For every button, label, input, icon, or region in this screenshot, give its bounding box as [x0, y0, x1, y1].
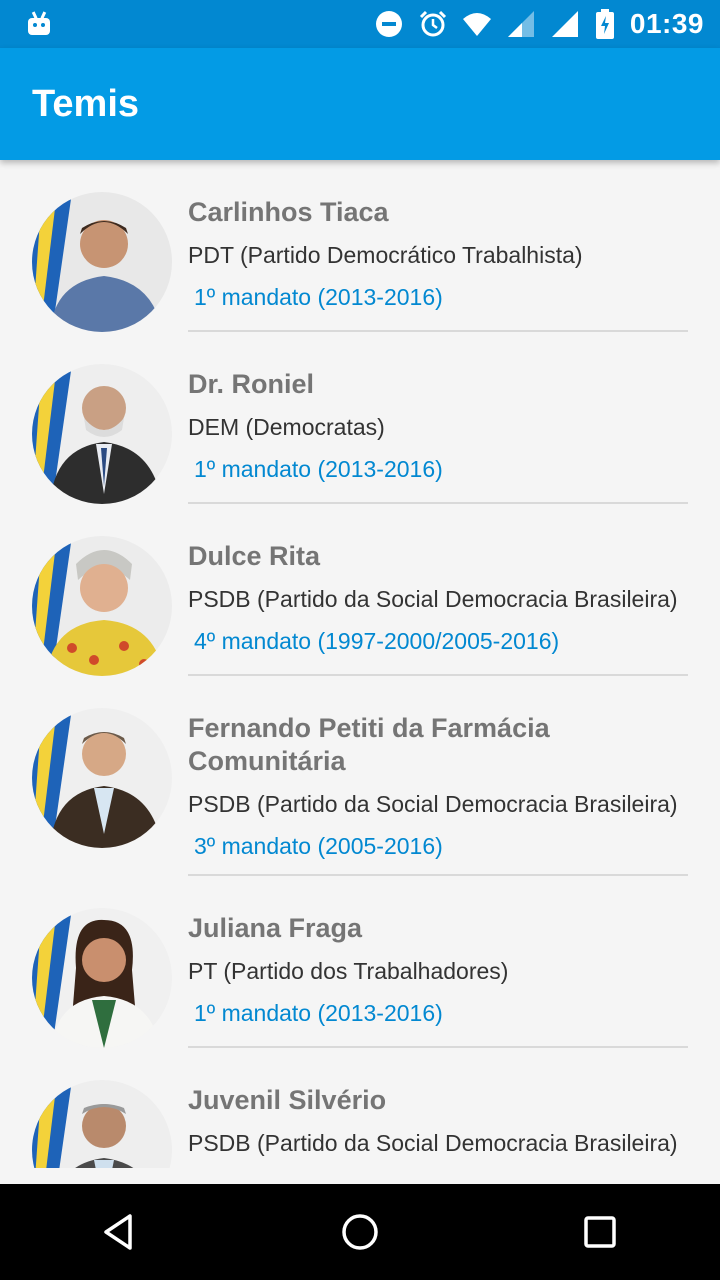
do-not-disturb-icon — [374, 9, 404, 39]
avatar — [32, 708, 172, 848]
councillor-party: DEM (Democratas) — [188, 414, 385, 440]
app-title: Temis — [32, 82, 140, 125]
list-item[interactable]: Juvenil Silvério PSDB (Partido da Social… — [0, 1048, 720, 1168]
signal-full-icon — [550, 9, 580, 39]
councillor-party: PSDB (Partido da Social Democracia Brasi… — [188, 791, 678, 817]
recents-icon[interactable] — [568, 1200, 632, 1264]
avatar — [32, 908, 172, 1048]
back-icon[interactable] — [88, 1200, 152, 1264]
avatar — [32, 192, 172, 332]
avatar — [32, 364, 172, 504]
list-item[interactable]: Juliana Fraga PT (Partido dos Trabalhado… — [0, 876, 720, 1048]
list-item[interactable]: Dr. Roniel DEM (Democratas) 1º mandato (… — [0, 332, 720, 504]
councillor-name: Juliana Fraga — [188, 913, 363, 943]
councillor-term: 3º mandato (2005-2016) — [194, 833, 443, 859]
councillor-party: PSDB (Partido da Social Democracia Brasi… — [188, 1130, 678, 1156]
home-icon[interactable] — [328, 1200, 392, 1264]
list-item[interactable]: Fernando Petiti da Farmácia Comunitária … — [0, 676, 720, 876]
status-bar: 01:39 — [0, 0, 720, 48]
councillor-name: Dulce Rita — [188, 541, 321, 571]
navigation-bar — [0, 1184, 720, 1280]
list-item[interactable]: Carlinhos Tiaca PDT (Partido Democrático… — [0, 160, 720, 332]
councillor-party: PSDB (Partido da Social Democracia Brasi… — [188, 586, 678, 612]
alarm-icon — [418, 9, 448, 39]
councillor-term: 4º mandato (1997-2000/2005-2016) — [194, 628, 560, 654]
battery-charging-icon — [594, 9, 616, 39]
status-time: 01:39 — [629, 8, 704, 39]
list-item[interactable]: Dulce Rita PSDB (Partido da Social Democ… — [0, 504, 720, 676]
app-bar: Temis — [0, 48, 720, 160]
councillor-term: 1º mandato (2013-2016) — [194, 456, 443, 482]
councillor-list[interactable]: Carlinhos Tiaca PDT (Partido Democrático… — [0, 160, 720, 1168]
avatar — [32, 536, 172, 676]
wifi-icon — [462, 9, 492, 39]
councillor-name: Dr. Roniel — [188, 369, 315, 399]
councillor-term: 1º mandato (2013-2016) — [194, 1000, 443, 1026]
councillor-party: PDT (Partido Democrático Trabalhista) — [188, 242, 583, 268]
android-icon — [24, 9, 54, 39]
councillor-party: PT (Partido dos Trabalhadores) — [188, 958, 509, 984]
councillor-term: 1º mandato (2013-2016) — [194, 284, 443, 310]
councillor-name: Juvenil Silvério — [188, 1085, 387, 1115]
avatar — [32, 1080, 172, 1168]
councillor-name: Fernando Petiti da Farmácia Comunitária — [188, 713, 550, 776]
councillor-name: Carlinhos Tiaca — [188, 197, 389, 227]
signal-icon — [506, 9, 536, 39]
